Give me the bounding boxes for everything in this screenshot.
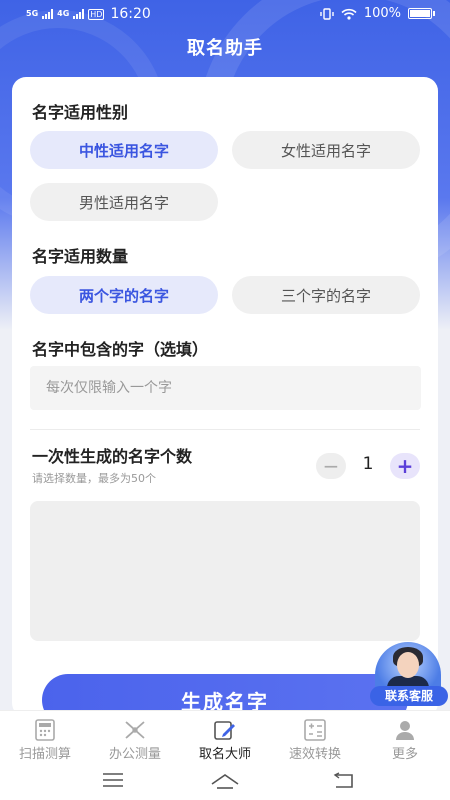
- signal-bars-icon: [42, 9, 54, 19]
- increment-button[interactable]: +: [390, 453, 420, 479]
- battery-percent: 100%: [363, 6, 401, 21]
- user-more-icon: [396, 721, 414, 740]
- home-icon[interactable]: [210, 772, 240, 790]
- divider: [30, 429, 420, 430]
- result-area: [30, 501, 420, 641]
- char-input[interactable]: [30, 366, 421, 410]
- pen-edit-icon: [214, 721, 235, 740]
- back-icon[interactable]: [332, 772, 354, 790]
- length-section-label: 名字适用数量: [32, 247, 129, 266]
- length-option-two[interactable]: 两个字的名字: [30, 276, 218, 314]
- battery-icon: [408, 8, 435, 19]
- count-value: 1: [362, 454, 374, 474]
- status-time: 16:20: [110, 6, 151, 22]
- tab-label: 扫描测算: [18, 747, 71, 762]
- scan-calculator-icon: [35, 719, 55, 741]
- service-label: 联系客服: [370, 686, 448, 706]
- tab-naming[interactable]: 取名大师: [180, 711, 270, 767]
- bottom-tabbar: 扫描测算 办公测量 取名大师 速效转换 更多: [0, 710, 450, 766]
- tab-label: 取名大师: [198, 747, 251, 762]
- tab-scan[interactable]: 扫描测算: [0, 711, 90, 767]
- menu-icon[interactable]: [102, 772, 124, 788]
- gender-option-female[interactable]: 女性适用名字: [232, 131, 420, 169]
- page-title: 取名助手: [187, 38, 263, 59]
- tab-label: 更多: [391, 747, 418, 762]
- char-section-label: 名字中包含的字（选填）: [32, 340, 209, 359]
- signal-5g-label: 5G: [26, 9, 39, 18]
- calculator-convert-icon: [304, 719, 326, 741]
- hd-badge: HD: [88, 8, 105, 20]
- signal-bars-icon: [73, 9, 85, 19]
- form-card: 名字适用性别 中性适用名字 女性适用名字 男性适用名字 名字适用数量 两个字的名…: [12, 77, 438, 717]
- gender-section-label: 名字适用性别: [32, 103, 129, 122]
- tab-office[interactable]: 办公测量: [90, 711, 180, 767]
- signal-4g-label: 4G: [57, 9, 70, 18]
- tab-label: 办公测量: [108, 747, 161, 762]
- tab-label: 速效转换: [288, 747, 341, 762]
- status-bar: 5G 4G HD 16:20 100%: [0, 0, 450, 28]
- ruler-tools-icon: [125, 721, 145, 739]
- gender-option-male[interactable]: 男性适用名字: [30, 183, 218, 221]
- gender-option-neutral[interactable]: 中性适用名字: [30, 131, 218, 169]
- decrement-button[interactable]: −: [316, 453, 346, 479]
- count-label: 一次性生成的名字个数: [32, 447, 193, 466]
- tab-more[interactable]: 更多: [360, 711, 450, 767]
- system-navigation-bar: [0, 766, 450, 800]
- count-hint: 请选择数量，最多为50个: [32, 472, 156, 485]
- tab-convert[interactable]: 速效转换: [270, 711, 360, 767]
- customer-service-button[interactable]: 联系客服: [370, 642, 448, 708]
- vibrate-icon: [320, 7, 334, 20]
- wifi-icon: [341, 8, 357, 20]
- length-option-three[interactable]: 三个字的名字: [232, 276, 420, 314]
